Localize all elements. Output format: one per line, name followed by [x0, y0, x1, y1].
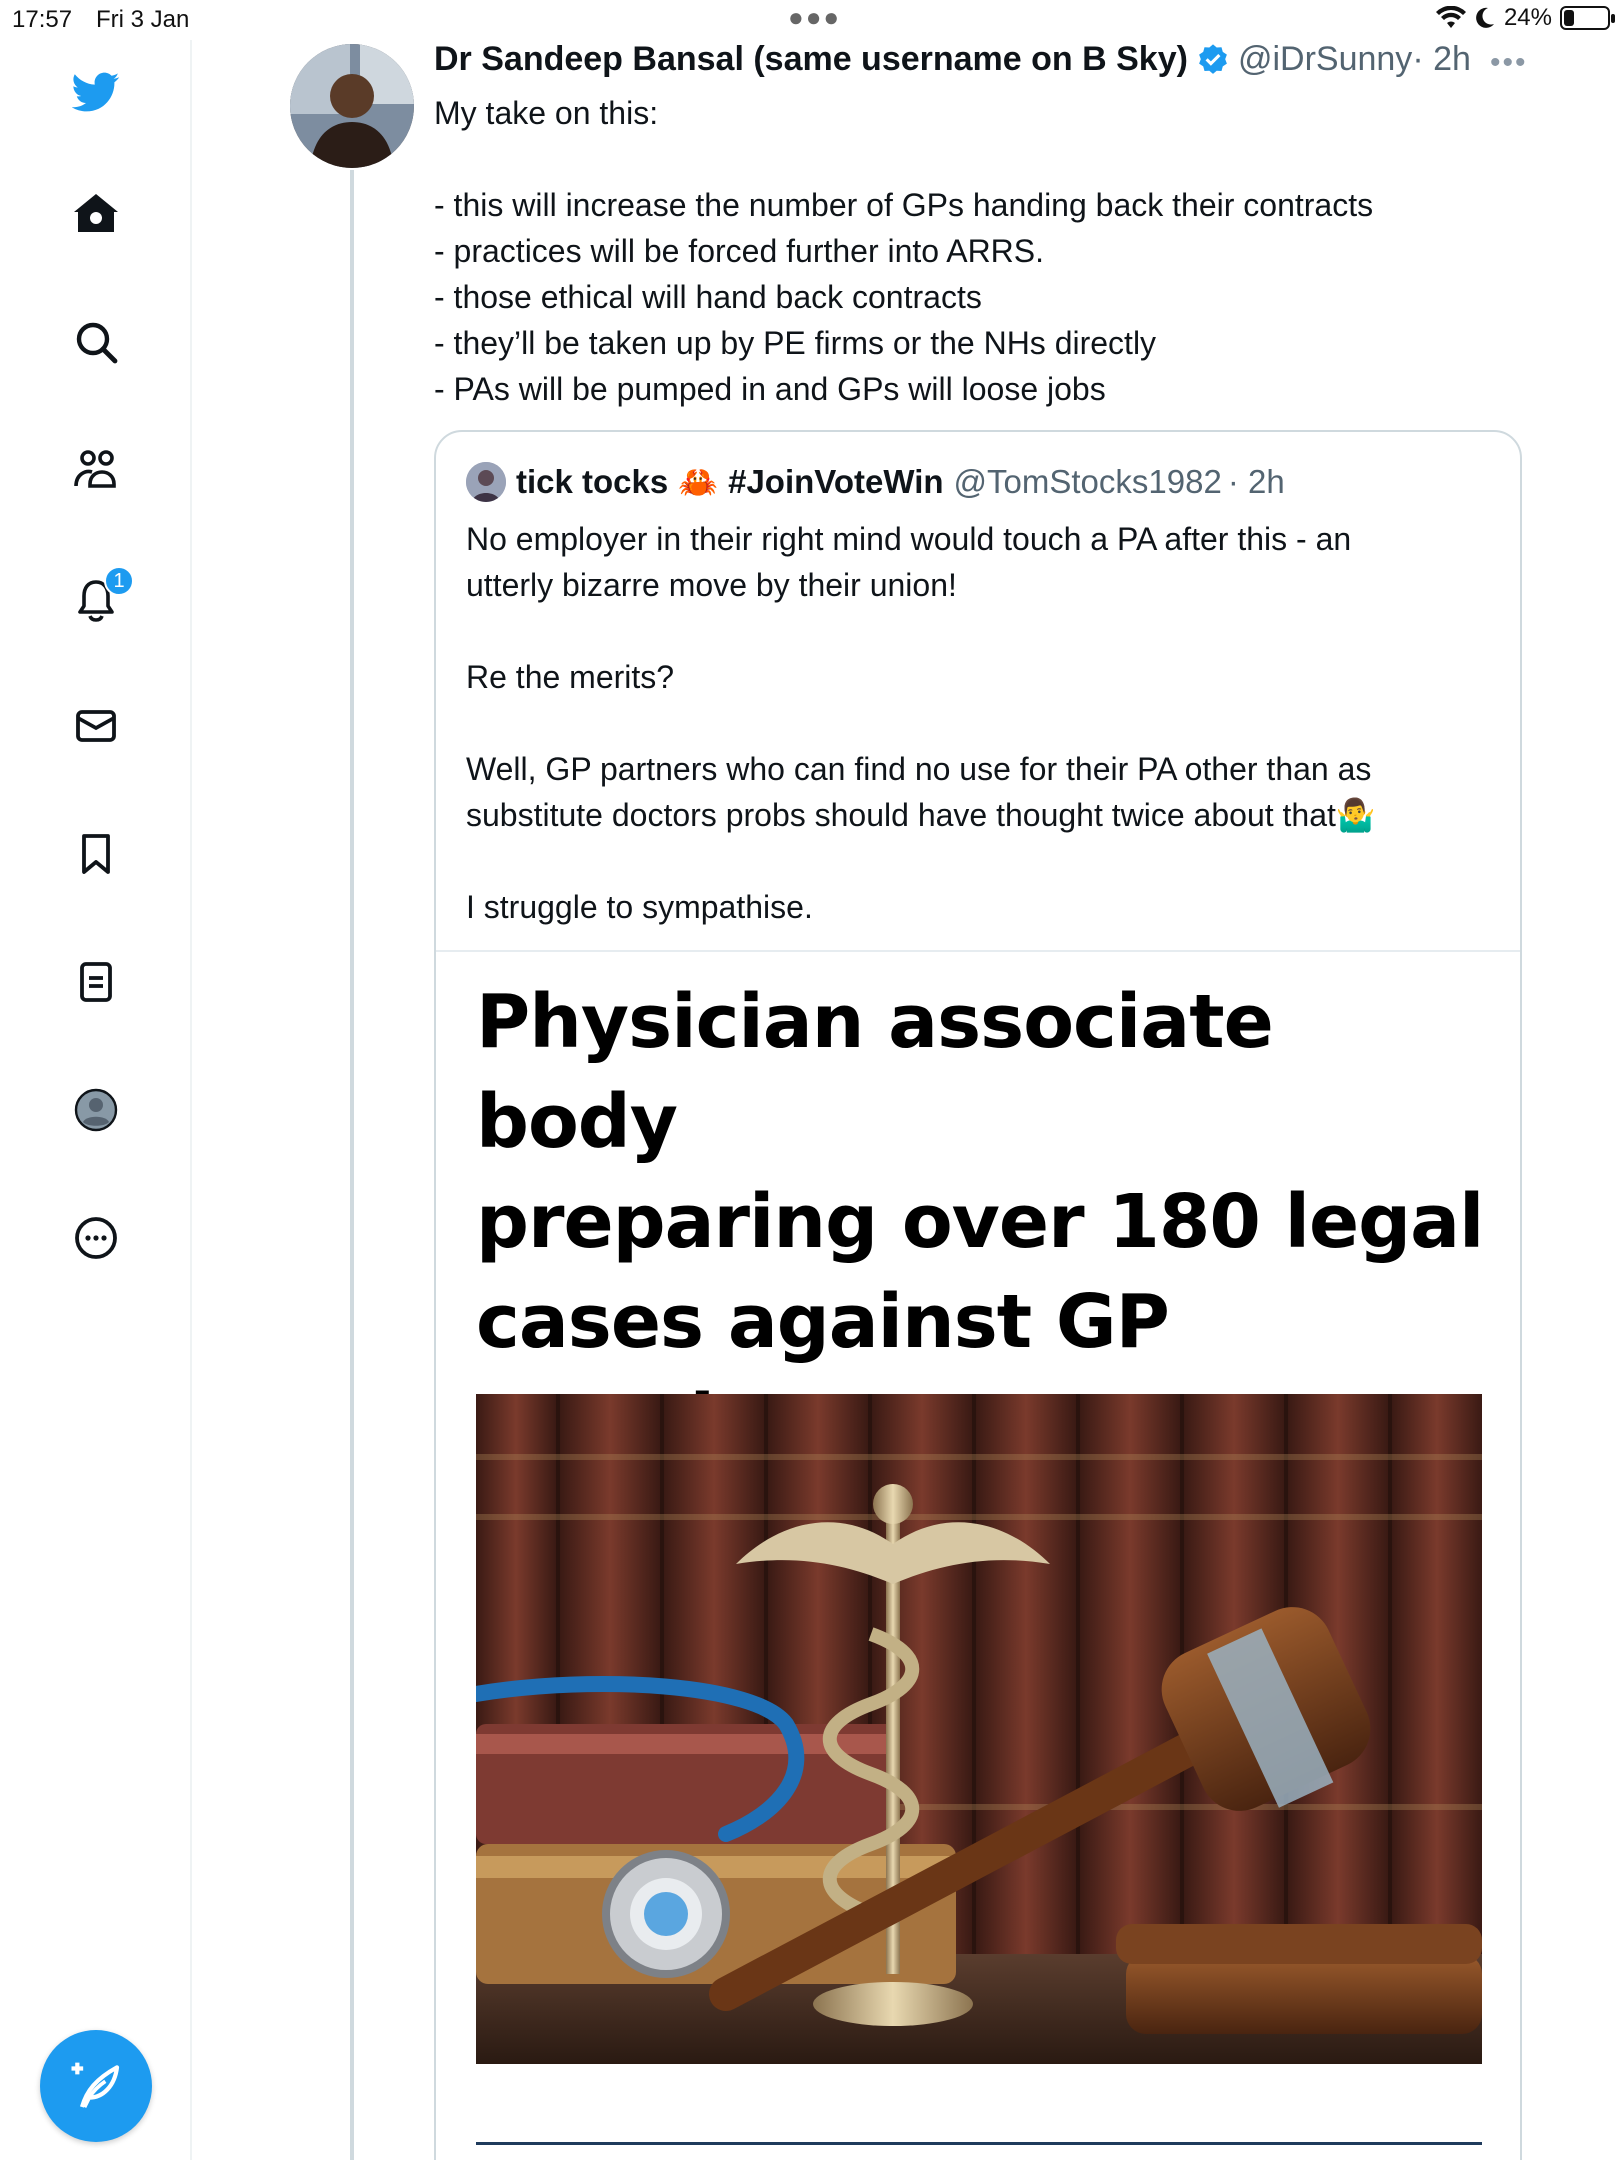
home-icon[interactable]	[66, 184, 126, 244]
more-options-icon[interactable]	[66, 1208, 126, 1268]
tweet-text-line	[434, 136, 1514, 182]
quoted-tweet-card[interactable]: tick tocks 🦀 #JoinVoteWin @TomStocks1982…	[434, 430, 1522, 2160]
thread-line	[350, 170, 354, 2160]
compose-feather-icon	[71, 2062, 120, 2108]
quoted-tweet-header: tick tocks 🦀 #JoinVoteWin @TomStocks1982…	[466, 462, 1285, 502]
verified-badge-icon	[1199, 43, 1227, 74]
headline-line: Physician associate body	[476, 979, 1274, 1165]
avatar[interactable]	[290, 44, 414, 168]
quoted-tweet-text: No employer in their right mind would to…	[466, 516, 1496, 930]
quoted-text-line: I struggle to sympathise.	[466, 889, 813, 925]
bookmarks-icon[interactable]	[66, 824, 126, 884]
tweet-text-line: - those ethical will hand back contracts	[434, 279, 982, 315]
tweet-header: Dr Sandeep Bansal (same username on B Sk…	[434, 40, 1471, 79]
article-image-gavel-caduceus[interactable]	[476, 1394, 1482, 2064]
headline-line: cases against GP	[476, 1279, 1170, 1365]
article-rule	[476, 2142, 1482, 2145]
quoted-text-line	[466, 608, 1496, 654]
status-date: Fri 3 Jan	[96, 6, 190, 33]
quoted-author-handle[interactable]: @TomStocks1982	[954, 463, 1222, 501]
search-icon[interactable]	[66, 312, 126, 372]
compose-tweet-button[interactable]	[40, 2030, 152, 2142]
tweet-text-line: - PAs will be pumped in and GPs will loo…	[434, 371, 1106, 407]
battery-icon	[1560, 6, 1615, 30]
battery-percent: 24%	[1503, 4, 1552, 31]
tweet-text-line: - they’ll be taken up by PE firms or the…	[434, 325, 1157, 361]
sidebar-nav: 1	[0, 40, 192, 2160]
quoted-avatar	[466, 462, 506, 502]
quoted-text-line: utterly bizarre move by their union!	[466, 567, 957, 603]
tweet-text: My take on this: - this will increase th…	[434, 90, 1514, 412]
tweet-text-line: - this will increase the number of GPs h…	[434, 187, 1374, 223]
moon-icon	[1476, 7, 1494, 28]
quoted-text-line: Well, GP partners who can find no use fo…	[466, 751, 1372, 787]
notification-badge: 1	[104, 566, 134, 596]
quoted-text-line: Re the merits?	[466, 659, 675, 695]
quoted-text-line: No employer in their right mind would to…	[466, 521, 1352, 557]
multitasking-dots[interactable]: ●●●	[788, 2, 841, 33]
quoted-text-line	[466, 838, 1496, 884]
quoted-tweet-time[interactable]: · 2h	[1228, 463, 1285, 501]
status-right: 24%	[1435, 4, 1615, 32]
lists-icon[interactable]	[66, 952, 126, 1012]
tweet-text-line: - practices will be forced further into …	[434, 233, 1045, 269]
status-bar: 17:57 Fri 3 Jan ●●● 24%	[0, 0, 1620, 40]
profile-icon[interactable]	[66, 1080, 126, 1140]
crab-emoji: 🦀	[678, 464, 719, 500]
tweet-time[interactable]: · 2h	[1412, 40, 1471, 79]
battery-fill	[1564, 10, 1574, 26]
headline-line: preparing over 180 legal	[476, 1179, 1484, 1265]
wifi-icon	[1435, 6, 1466, 28]
tweet-text-line: My take on this:	[434, 95, 659, 131]
notifications-icon[interactable]: 1	[66, 566, 134, 630]
communities-icon[interactable]	[66, 440, 126, 500]
quoted-text-line	[466, 700, 1496, 746]
author-handle[interactable]: @iDrSunny	[1238, 40, 1412, 79]
avatar-photo	[290, 44, 414, 168]
quoted-divider	[436, 950, 1520, 952]
tweet-more-icon[interactable]: •••	[1490, 46, 1528, 80]
status-time: 17:57	[12, 6, 73, 33]
quoted-author-name[interactable]: tick tocks	[516, 463, 668, 501]
messages-icon[interactable]	[66, 696, 126, 756]
quoted-text-line: substitute doctors probs should have tho…	[466, 797, 1376, 833]
author-name[interactable]: Dr Sandeep Bansal (same username on B Sk…	[434, 40, 1188, 79]
twitter-logo-icon[interactable]	[66, 62, 126, 122]
quoted-author-hashtag[interactable]: #JoinVoteWin	[728, 463, 943, 501]
